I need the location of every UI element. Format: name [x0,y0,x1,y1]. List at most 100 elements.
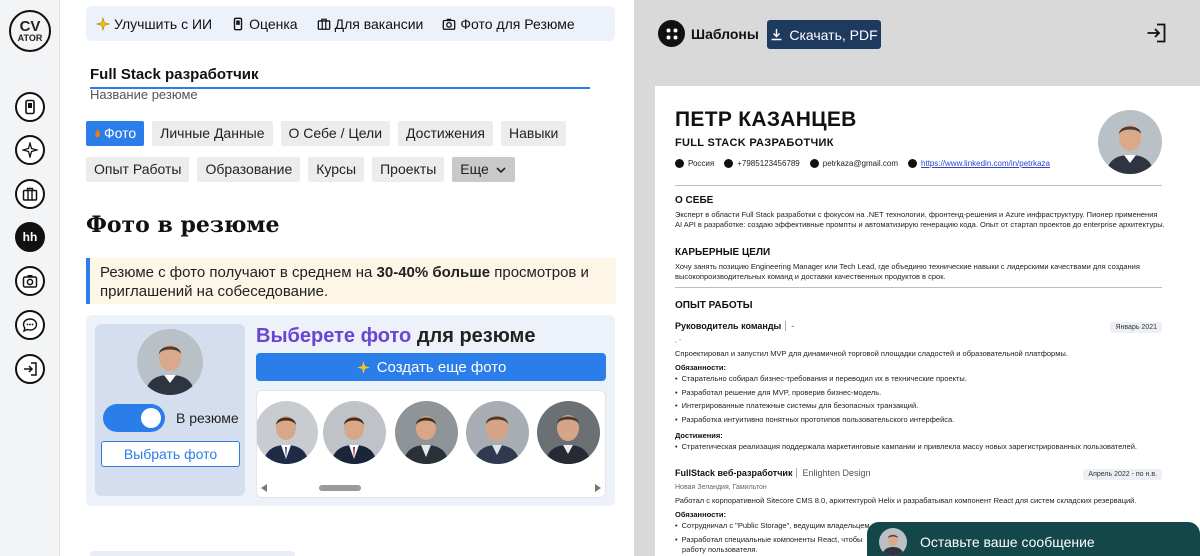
generate-photo-button[interactable]: Создать еще фото [256,353,606,381]
photo-notice: Резюме с фото получают в среднем на 30-4… [86,258,616,304]
chat-widget[interactable]: Оставьте ваше сообщение [867,522,1200,556]
section-tab-education[interactable]: Образование [197,157,301,182]
email-text: petrkaza@gmail.com [822,159,899,168]
resume-page: ПЕТР КАЗАНЦЕВ FULL STACK РАЗРАБОТЧИК Рос… [655,86,1200,556]
linkedin-link[interactable]: https://www.linkedin.com/in/petrkaza [921,159,1050,168]
pick-title-word3: для резюме [416,325,536,347]
job1-location: , - [675,337,682,344]
logo-line2: ATOR [17,33,43,43]
contact-linkedin: https://www.linkedin.com/in/petrkaza [908,159,1050,168]
section-tab-skills[interactable]: Навыки [501,121,567,146]
list-item: Разработка интуитивно понятных прототипо… [675,413,1165,427]
hh-label: hh [22,230,38,244]
contact-email: petrkaza@gmail.com [809,159,899,168]
scroll-right-icon[interactable] [595,484,601,492]
section-tab-photo[interactable]: Фото [86,121,145,146]
resume-contacts: Россия +7985123456789 petrkaza@gmail.com… [675,159,1060,168]
templates-label: Шаблоны [691,25,759,42]
experience-title: ОПЫТ РАБОТЫ [675,300,753,311]
in-resume-toggle[interactable] [103,404,165,432]
resume-title-input[interactable] [90,64,590,89]
more-label: Еще [460,161,489,177]
tab-score[interactable]: Оценка [231,16,298,32]
download-pdf-button[interactable]: Скачать, PDF [767,20,881,49]
download-label: Скачать, PDF [789,26,878,43]
tab-improve-ai[interactable]: Улучшить с ИИ [96,16,212,32]
generate-label: Создать еще фото [376,358,507,376]
support-avatar [879,528,907,556]
briefcase-icon [22,187,38,201]
job-title-text: Руководитель команды [675,321,782,331]
section-tab-projects[interactable]: Проекты [372,157,445,182]
divider [675,185,1162,186]
job-company: - [785,321,795,331]
current-photo [137,329,203,395]
gallery-photo-3[interactable] [395,401,458,464]
scroll-left-icon[interactable] [261,484,267,492]
gallery-photo-5[interactable] [537,401,600,464]
tab-vacancy[interactable]: Для вакансии [317,16,423,32]
job2-summary: Работал с корпоративной Sitecore CMS 8.0… [675,496,1137,505]
section-tab-achievements[interactable]: Достижения [398,121,493,146]
contact-country: Россия [675,159,714,168]
rail-score-button[interactable] [15,92,45,122]
section-tab-about[interactable]: О Себе / Цели [280,121,391,146]
job1-ach-label: Достижения: [675,431,723,440]
job1-date: Январь 2021 [1110,322,1162,333]
section-tab-personal[interactable]: Личные Данные [152,121,273,146]
tab-photo[interactable]: Фото для Резюме [442,16,575,32]
gallery-photo-2[interactable] [323,401,386,464]
chevron-down-icon [496,166,506,173]
tab-label: Улучшить с ИИ [114,15,213,32]
list-item: Стратегическая реализация поддержала мар… [675,440,1165,454]
photo-gallery [256,390,606,498]
job2-date: Апрель 2022 - по н.в. [1083,469,1162,480]
top-tabs: Улучшить с ИИ Оценка Для вакансии Фото д… [86,6,615,41]
resume-name: ПЕТР КАЗАНЦЕВ [675,108,857,131]
rail-logout-button[interactable] [15,354,45,384]
sparkle-icon [22,142,38,158]
job1-summary: Спроектировал и запустил MVP для динамич… [675,349,1068,358]
pick-photo-title: Выберете фото для резюме [256,325,535,348]
gallery-photo-1[interactable] [257,401,318,464]
list-item: Разработал решение для MVP, проверив биз… [675,386,1165,400]
pick-title-word2: фото [360,325,412,347]
goals-text: Хочу занять позицию Engineering Manager … [675,262,1140,281]
choose-photo-button[interactable]: Выбрать фото [101,441,240,467]
exit-icon[interactable] [1145,22,1167,44]
next-section-fragment [90,551,295,556]
job1-achievements: Стратегическая реализация поддержала мар… [675,440,1165,454]
briefcase-icon [317,18,330,30]
cvator-logo[interactable]: CV ATOR [9,10,51,52]
section-tab-label: Фото [104,125,137,141]
job1-title: Руководитель команды - [675,321,795,331]
about-title: О СЕБЕ [675,195,714,206]
rail-hh-button[interactable]: hh [15,222,45,252]
rail-vacancy-button[interactable] [15,179,45,209]
job2-location: Новая Зеландия, Гамильтон [675,484,767,491]
section-tab-courses[interactable]: Курсы [308,157,365,182]
resume-photo [1098,110,1162,174]
camera-icon [22,275,38,288]
goals-title: КАРЬЕРНЫЕ ЦЕЛИ [675,247,771,258]
job-title-text: FullStack веб-разработчик [675,468,793,478]
gallery-photo-4[interactable] [466,401,529,464]
rail-photo-button[interactable] [15,266,45,296]
scroll-thumb[interactable] [319,485,361,491]
grid-icon [658,20,685,47]
resume-title-hint: Название резюме [90,87,198,102]
toggle-knob [141,408,161,428]
notice-bold: 30-40% больше [376,264,491,281]
section-tab-experience[interactable]: Опыт Работы [86,157,190,182]
email-icon [809,159,819,168]
rail-ai-button[interactable] [15,135,45,165]
phone-icon [233,17,243,30]
section-tab-more[interactable]: Еще [452,157,515,182]
job-company: Enlighten Design [796,468,871,478]
gallery-scrollbar[interactable] [261,484,601,492]
chat-icon [22,318,38,333]
templates-button[interactable]: Шаблоны [658,20,759,47]
rail-chat-button[interactable] [15,310,45,340]
contact-phone: +7985123456789 [724,159,800,168]
section-tabs: Фото Личные Данные О Себе / Цели Достиже… [86,121,616,193]
